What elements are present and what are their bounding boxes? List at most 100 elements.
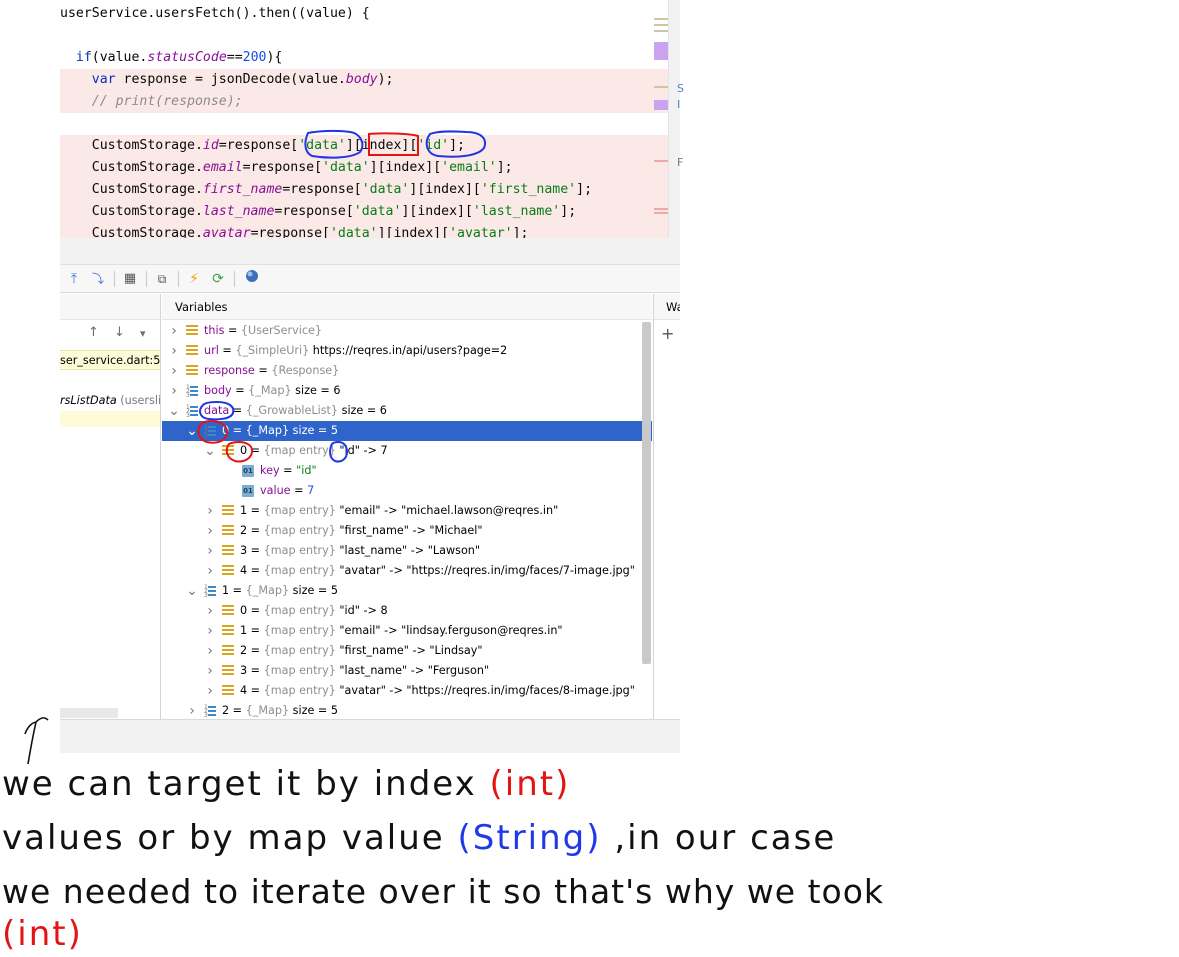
code-token: ]; [576,182,593,197]
variable-text: 3 = {map entry} "last_name" -> "Ferguson… [240,661,489,681]
debug-toolbar: ⤒ ⤵ ▦ ⧉ ⚡ ⟳ [60,265,680,293]
step-out-icon[interactable]: ⤒ [64,269,84,289]
variable-type: {map entry} [263,684,336,697]
expand-chevron-icon[interactable]: › [204,561,216,581]
variable-row[interactable]: › 4 = {map entry} "avatar" -> "https://re… [162,681,652,701]
hot-restart-icon[interactable]: ⟳ [208,269,228,289]
frame-dropdown-button[interactable]: ▾ [140,327,146,340]
variable-type: {_Map} [245,704,290,717]
gutter-change-marker [654,24,668,26]
variable-row[interactable]: › 2 = {map entry} "first_name" -> "Lindsa… [162,641,652,661]
variables-scrollbar[interactable] [642,322,651,664]
expand-chevron-icon[interactable]: › [204,621,216,641]
add-watch-button[interactable]: + [661,324,674,343]
previous-frame-button[interactable]: ↑ [88,325,99,340]
expand-chevron-icon[interactable]: › [204,541,216,561]
code-line-highlighted[interactable]: CustomStorage.email=response['data'][ind… [60,157,668,179]
variable-row[interactable]: 01 value = 7 [162,481,652,501]
code-line-highlighted[interactable]: // print(response); [60,91,668,113]
code-line[interactable]: if(value.statusCode==200){ [60,47,668,69]
gutter-change-marker [654,86,668,88]
code-token: 'avatar' [449,226,513,238]
code-token: =response[ [218,138,299,153]
variable-row[interactable]: › 3 = {map entry} "last_name" -> "Ferguso… [162,661,652,681]
toolbar-separator [234,271,235,287]
expand-chevron-icon[interactable]: › [204,501,216,521]
collapse-chevron-icon[interactable]: ⌄ [204,441,216,461]
code-editor[interactable]: userService.usersFetch().then((value) { … [60,0,668,238]
code-line-highlighted[interactable]: var response = jsonDecode(value.body); [60,69,668,91]
expand-chevron-icon[interactable]: › [168,361,180,381]
variable-equals: = [247,624,264,637]
variable-value: 7 [307,484,315,497]
frame-row[interactable]: rsListData (userslist [60,391,160,411]
expand-chevron-icon[interactable]: › [204,661,216,681]
expand-chevron-icon[interactable]: › [186,701,198,719]
code-line-highlighted[interactable]: CustomStorage.first_name=response['data'… [60,179,668,201]
side-panel-fragment: F [677,156,684,169]
variable-row[interactable]: › 0 = {map entry} "id" -> 8 [162,601,652,621]
drop-frame-icon[interactable]: ⧉ [152,269,172,289]
collapse-chevron-icon[interactable]: ⌄ [186,581,198,601]
variable-row[interactable]: ⌄ 0 = {map entry} "id" -> 7 [162,441,652,461]
code-line-highlighted[interactable]: CustomStorage.last_name=response['data']… [60,201,668,223]
field-icon [222,685,234,697]
variable-text: 0 = {map entry} "id" -> 8 [240,601,388,621]
expand-chevron-icon[interactable]: › [168,381,180,401]
code-token: ]; [449,138,465,153]
expand-chevron-icon[interactable]: › [204,641,216,661]
code-line[interactable] [60,25,668,47]
run-to-cursor-icon[interactable]: ⤵ [88,269,108,289]
editor-scrollbar[interactable] [668,0,680,238]
variable-type: {map entry} [263,624,336,637]
variable-row[interactable]: › 4 = {map entry} "avatar" -> "https://re… [162,561,652,581]
code-token: last_name [202,204,275,219]
variable-row[interactable]: › url = {_SimpleUri} https://reqres.in/ap… [162,341,652,361]
variable-equals: = [229,584,246,597]
variable-name: body [204,384,232,397]
variable-type: {map entry} [263,664,336,677]
variable-row[interactable]: › this = {UserService} [162,321,652,341]
frame-row-active[interactable]: ser_service.dart:53) [60,350,160,370]
code-line-highlighted[interactable]: CustomStorage.id=response['data'][index]… [60,135,668,157]
evaluate-expression-icon[interactable]: ▦ [120,269,140,289]
dart-devtools-icon[interactable] [242,269,262,289]
variable-row-selected[interactable]: ⌄ 1 2 3 0 = {_Map} size = 5 [162,421,652,441]
code-line[interactable]: userService.usersFetch().then((value) { [60,3,668,25]
collapse-chevron-icon[interactable]: ⌄ [168,401,180,421]
variable-row[interactable]: 01 key = "id" [162,461,652,481]
variable-type: {map entry} [263,444,336,457]
field-icon [222,645,234,657]
collapse-chevron-icon[interactable]: ⌄ [186,421,198,441]
handwritten-text-red: (int) [489,764,571,804]
variable-row[interactable]: › 1 2 3 2 = {_Map} size = 5 [162,701,652,719]
hot-reload-icon[interactable]: ⚡ [184,269,204,289]
variable-row[interactable]: › 3 = {map entry} "last_name" -> "Lawson" [162,541,652,561]
variable-equals: = [247,564,264,577]
expand-chevron-icon[interactable]: › [204,601,216,621]
variable-row[interactable]: › 1 2 3 body = {_Map} size = 6 [162,381,652,401]
variable-equals: = [247,604,264,617]
expand-chevron-icon[interactable]: › [168,341,180,361]
variable-row[interactable]: › 1 = {map entry} "email" -> "michael.law… [162,501,652,521]
primitive-icon: 01 [242,465,254,477]
expand-chevron-icon[interactable]: › [204,681,216,701]
variable-text: 2 = {map entry} "first_name" -> "Michael… [240,521,483,541]
field-icon [222,665,234,677]
variable-row[interactable]: ⌄ 1 2 3 data = {_GrowableList} size = 6 [162,401,652,421]
variable-row[interactable]: › 1 = {map entry} "email" -> "lindsay.fer… [162,621,652,641]
next-frame-button[interactable]: ↓ [114,325,125,340]
gutter-breakpoint-marker [654,100,668,110]
variable-row[interactable]: ⌄ 1 2 3 1 = {_Map} size = 5 [162,581,652,601]
variable-row[interactable]: › response = {Response} [162,361,652,381]
primitive-icon: 01 [242,485,254,497]
variable-row[interactable]: › 2 = {map entry} "first_name" -> "Michae… [162,521,652,541]
code-line-highlighted[interactable]: CustomStorage.avatar=response['data'][in… [60,223,668,238]
frames-scrollbar[interactable] [60,708,118,718]
code-token: =response[ [282,182,362,197]
code-token: 'email' [441,160,497,175]
expand-chevron-icon[interactable]: › [168,321,180,341]
toolbar-separator [146,271,147,287]
expand-chevron-icon[interactable]: › [204,521,216,541]
code-line[interactable] [60,113,668,135]
